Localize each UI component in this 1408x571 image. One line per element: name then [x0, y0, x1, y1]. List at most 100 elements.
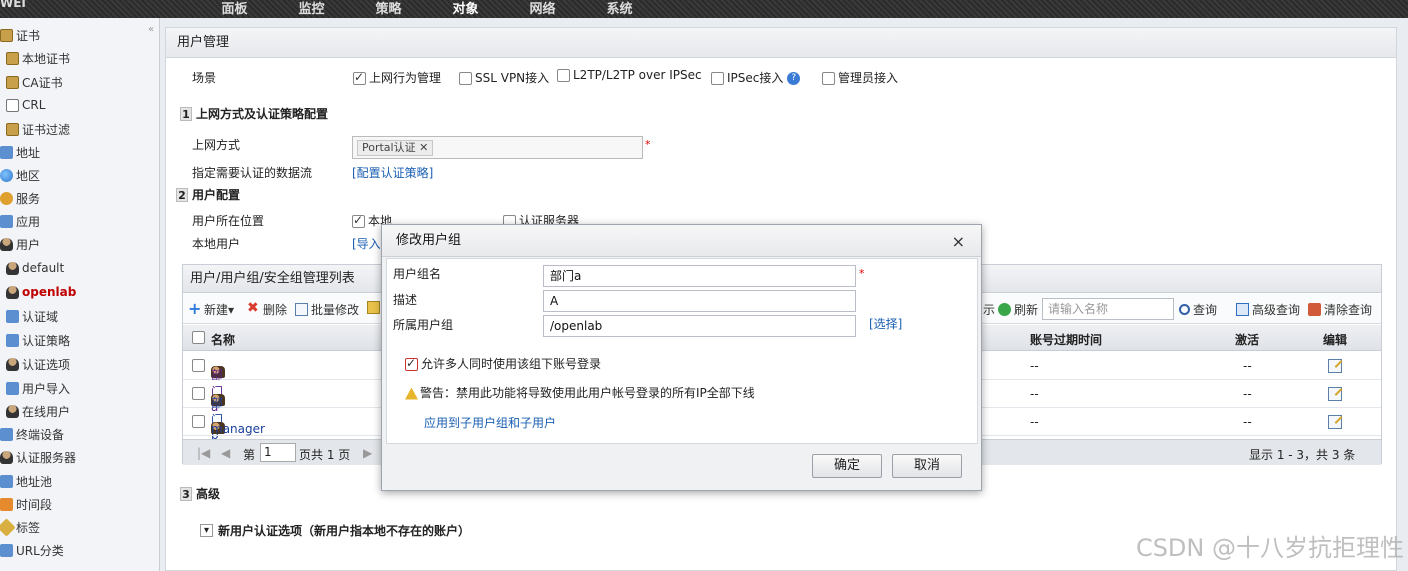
nav-object[interactable]: 对象 [427, 0, 504, 17]
nav-policy[interactable]: 策略 [350, 0, 427, 17]
nav-dashboard[interactable]: 面板 [196, 0, 273, 17]
server-icon [0, 450, 13, 464]
edit-icon[interactable] [1328, 387, 1342, 401]
prev-page-icon[interactable]: ◀ [221, 446, 230, 460]
advanced-search-icon [1236, 303, 1249, 316]
sidebar-item-13[interactable]: 认证策略 [6, 330, 70, 350]
sidebar-item-5[interactable]: 地址 [0, 142, 40, 162]
gear-icon [0, 191, 13, 205]
new-user-auth-option[interactable]: ▾ 新用户认证选项（新用户指本地不存在的账户） [200, 522, 470, 539]
show-button[interactable]: 示 [983, 301, 995, 318]
page-number-input[interactable]: 1 [260, 443, 296, 462]
access-mode-input[interactable]: Portal认证 ✕ [352, 136, 643, 159]
row-checkbox[interactable] [192, 359, 205, 372]
col-name[interactable]: 名称 [211, 331, 235, 348]
first-page-icon[interactable]: |◀ [197, 446, 210, 460]
sidebar-item-4[interactable]: 证书过滤 [6, 119, 70, 139]
apply-to-subgroups-link[interactable]: 应用到子用户组和子用户 [424, 414, 556, 431]
new-button[interactable]: + 新建▾ [188, 301, 234, 318]
sidebar-item-8[interactable]: 应用 [0, 211, 40, 231]
device-icon [0, 427, 13, 441]
scene-ipsec-checkbox[interactable] [711, 72, 724, 85]
scene-admin-checkbox[interactable] [822, 72, 835, 85]
scene-admin-option[interactable]: 管理员接入 [822, 69, 898, 86]
sidebar-item-21[interactable]: 标签 [0, 517, 40, 537]
sidebar-item-1[interactable]: 本地证书 [6, 48, 70, 68]
sidebar-item-label: 在线用户 [22, 404, 71, 419]
sidebar-item-6[interactable]: 地区 [0, 165, 40, 185]
nav-monitor[interactable]: 监控 [273, 0, 350, 17]
sidebar-item-label: 证书过滤 [22, 122, 71, 137]
allow-multi-login-checkbox[interactable] [405, 356, 418, 371]
scene-ssl-vpn-checkbox[interactable] [459, 72, 472, 85]
scene-ipsec-option[interactable]: IPSec接入 ? [711, 69, 801, 86]
parent-group-label: 所属用户组 [393, 318, 454, 332]
search-button[interactable]: 查询 [1179, 301, 1217, 318]
edit-icon[interactable] [1328, 415, 1342, 429]
scene-l2tp-checkbox[interactable] [557, 69, 570, 82]
search-icon [1179, 304, 1190, 315]
nav-system[interactable]: 系统 [581, 0, 658, 17]
col-active[interactable]: 激活 [1235, 331, 1259, 348]
next-page-icon[interactable]: ▶ [363, 446, 372, 460]
sidebar-item-9[interactable]: 用户 [0, 234, 40, 254]
sidebar-item-0[interactable]: 证书 [0, 25, 40, 45]
help-icon[interactable]: ? [787, 72, 801, 85]
sidebar-item-label: 本地证书 [22, 51, 71, 66]
sidebar-item-22[interactable]: URL分类 [0, 540, 64, 560]
sidebar-collapse-icon[interactable]: « [148, 24, 154, 35]
sidebar-item-label: 终端设备 [16, 427, 65, 442]
clear-search-button[interactable]: 清除查询 [1308, 301, 1372, 318]
row-checkbox[interactable] [192, 387, 205, 400]
advanced-search-button[interactable]: 高级查询 [1236, 301, 1300, 318]
tag-remove-icon[interactable]: ✕ [419, 141, 428, 154]
col-expire[interactable]: 账号过期时间 [1030, 331, 1102, 348]
sidebar-item-19[interactable]: 地址池 [0, 471, 52, 491]
select-all-checkbox[interactable] [192, 331, 205, 344]
nav-network[interactable]: 网络 [504, 0, 581, 17]
scene-web-behavior-option[interactable]: 上网行为管理 [353, 69, 441, 86]
sidebar-item-12[interactable]: 认证域 [6, 306, 58, 326]
expand-toggle-icon[interactable]: ▾ [200, 524, 213, 537]
location-local-checkbox[interactable] [352, 213, 365, 228]
config-auth-policy-link[interactable]: [配置认证策略] [352, 164, 433, 181]
sidebar-item-7[interactable]: 服务 [0, 188, 40, 208]
import-link[interactable]: [导入 [352, 235, 381, 252]
sidebar-item-2[interactable]: CA证书 [6, 72, 63, 92]
sidebar-item-16[interactable]: 在线用户 [6, 401, 70, 421]
sidebar-item-18[interactable]: 认证服务器 [0, 447, 76, 467]
scene-web-behavior-checkbox[interactable] [353, 70, 366, 85]
sidebar-item-3[interactable]: CRL [6, 95, 45, 115]
group-name-input[interactable]: 部门a [543, 265, 856, 287]
sidebar-item-20[interactable]: 时间段 [0, 494, 52, 514]
sidebar-item-15[interactable]: 用户导入 [6, 378, 70, 398]
sidebar-item-10[interactable]: default [6, 258, 64, 278]
cancel-button[interactable]: 取消 [892, 454, 962, 478]
batch-edit-button[interactable]: 批量修改 [295, 301, 359, 318]
refresh-button[interactable]: 刷新 [998, 301, 1038, 318]
sidebar-item-11[interactable]: openlab [6, 282, 76, 302]
scene-l2tp-option[interactable]: L2TP/L2TP over IPSec [557, 68, 702, 82]
doc-icon [6, 98, 19, 112]
sidebar-item-label: 认证选项 [22, 357, 71, 372]
warning-icon [405, 387, 418, 400]
search-input[interactable]: 请输入名称 [1042, 298, 1174, 320]
sidebar-item-label: CRL [22, 98, 46, 112]
scene-ssl-vpn-option[interactable]: SSL VPN接入 [459, 69, 549, 86]
close-icon[interactable]: × [952, 232, 965, 251]
local-user-label: 本地用户 [192, 237, 241, 251]
globe-icon [0, 168, 13, 182]
cert-icon [0, 28, 13, 42]
select-group-link[interactable]: [选择] [869, 315, 902, 332]
allow-multi-login-option[interactable]: 允许多人同时使用该组下账号登录 [405, 355, 601, 372]
time-icon [0, 497, 13, 511]
delete-button[interactable]: ✖ 删除 [247, 301, 287, 318]
edit-icon[interactable] [1328, 359, 1342, 373]
sidebar-item-17[interactable]: 终端设备 [0, 424, 64, 444]
description-input[interactable]: A [543, 290, 856, 312]
row-active: -- [1243, 415, 1252, 429]
row-checkbox[interactable] [192, 415, 205, 428]
ok-button[interactable]: 确定 [812, 454, 882, 478]
parent-group-input[interactable]: /openlab [543, 315, 856, 337]
sidebar-item-14[interactable]: 认证选项 [6, 354, 70, 374]
